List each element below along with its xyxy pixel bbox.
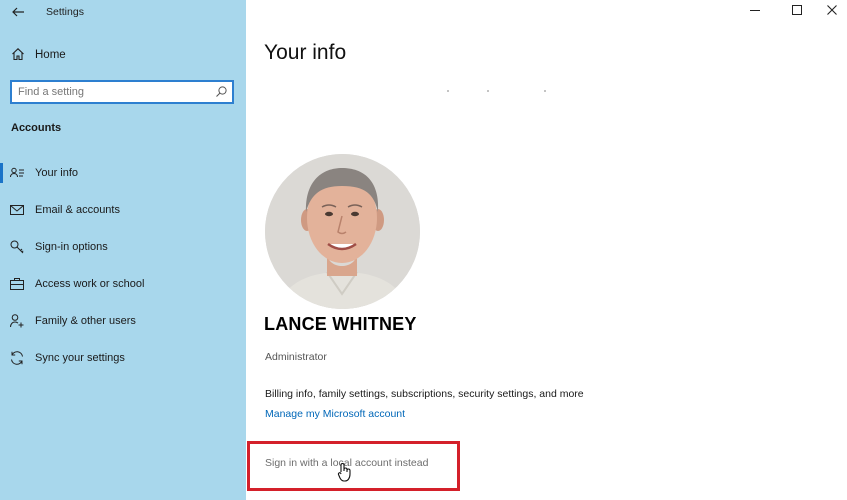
maximize-icon [791, 3, 803, 21]
mail-icon [9, 202, 25, 218]
home-nav-item[interactable]: Home [0, 44, 246, 66]
redacted-email-dots [447, 90, 546, 92]
sidebar-item-label: Email & accounts [35, 204, 120, 216]
sidebar-item-family-other-users[interactable]: Family & other users [0, 308, 246, 334]
sidebar-item-your-info[interactable]: Your info [0, 160, 246, 186]
app-title: Settings [46, 6, 84, 18]
page-title: Your info [264, 41, 347, 64]
user-display-name: LANCE WHITNEY [264, 314, 417, 334]
section-heading: Accounts [11, 122, 62, 134]
minimize-icon [749, 3, 761, 21]
key-icon [9, 239, 25, 255]
profile-picture [265, 154, 420, 309]
billing-description: Billing info, family settings, subscript… [265, 388, 584, 400]
manage-microsoft-account-link[interactable]: Manage my Microsoft account [265, 408, 405, 420]
sidebar-item-sync-settings[interactable]: Sync your settings [0, 345, 246, 371]
title-bar: Settings [0, 0, 246, 24]
home-label: Home [35, 49, 66, 61]
sidebar-item-label: Access work or school [35, 278, 145, 290]
maximize-button[interactable] [780, 0, 814, 24]
sidebar-item-label: Family & other users [35, 315, 136, 327]
active-indicator [0, 163, 3, 183]
hand-pointer-cursor-icon [336, 462, 354, 484]
search-icon[interactable] [215, 85, 228, 98]
account-role: Administrator [265, 351, 327, 363]
briefcase-icon [9, 276, 25, 292]
sidebar-item-label: Your info [35, 167, 79, 179]
sync-icon [9, 350, 25, 366]
person-card-icon [9, 165, 25, 181]
search-input[interactable] [18, 84, 208, 100]
navigation-pane: Settings Home Accounts Your info Email &… [0, 0, 246, 500]
sidebar-item-sign-in-options[interactable]: Sign-in options [0, 234, 246, 260]
close-icon [826, 3, 838, 21]
back-arrow-icon[interactable] [10, 4, 26, 20]
sidebar-item-email-accounts[interactable]: Email & accounts [0, 197, 246, 223]
sidebar-item-label: Sync your settings [35, 352, 125, 364]
person-add-icon [9, 313, 25, 329]
minimize-button[interactable] [738, 0, 772, 24]
sidebar-item-access-work-school[interactable]: Access work or school [0, 271, 246, 297]
sidebar-item-label: Sign-in options [35, 241, 108, 253]
search-box[interactable] [10, 80, 234, 104]
home-icon [11, 47, 25, 61]
close-button[interactable] [815, 0, 847, 24]
